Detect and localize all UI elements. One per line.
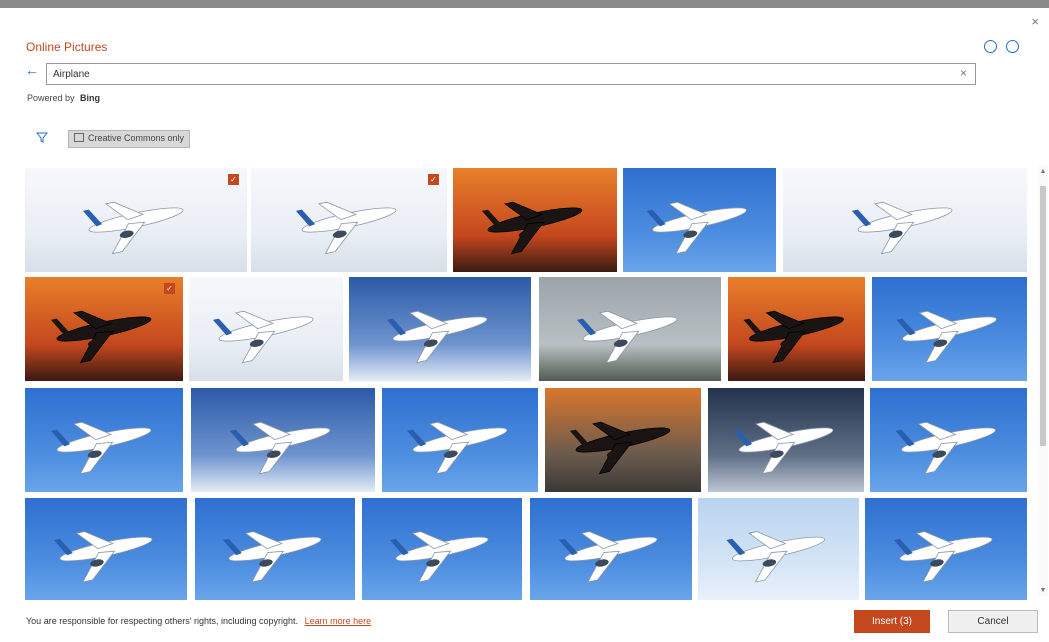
airplane-photo <box>349 277 531 381</box>
window-top-border <box>0 0 1049 8</box>
copyright-text: You are responsible for respecting other… <box>26 616 299 626</box>
scroll-up-icon[interactable]: ▲ <box>1039 168 1047 175</box>
result-image[interactable]: ✓ <box>251 168 447 272</box>
powered-by-label: Powered by <box>27 93 75 103</box>
results-grid: ✓ ✓ ✓ <box>25 168 1035 600</box>
airplane-photo <box>539 277 721 381</box>
result-image[interactable] <box>25 388 183 492</box>
selected-check-icon[interactable]: ✓ <box>228 174 239 185</box>
result-image[interactable] <box>362 498 522 600</box>
result-image[interactable] <box>189 277 343 381</box>
scrollbar[interactable]: ▲ ▼ <box>1038 166 1048 596</box>
result-image[interactable] <box>382 388 538 492</box>
selected-check-icon[interactable]: ✓ <box>428 174 439 185</box>
airplane-photo <box>191 388 375 492</box>
result-image[interactable] <box>708 388 864 492</box>
result-image[interactable] <box>698 498 859 600</box>
airplane-photo <box>362 498 522 600</box>
back-arrow-icon[interactable]: ← <box>25 63 39 77</box>
result-image[interactable]: ✓ <box>25 277 183 381</box>
scroll-down-icon[interactable]: ▼ <box>1039 587 1047 594</box>
scroll-thumb[interactable] <box>1040 186 1046 446</box>
insert-button[interactable]: Insert (3) <box>854 610 930 633</box>
airplane-photo <box>530 498 692 600</box>
result-image[interactable] <box>545 388 701 492</box>
airplane-photo <box>25 498 187 600</box>
result-image[interactable] <box>783 168 1027 272</box>
result-image[interactable] <box>453 168 617 272</box>
airplane-photo <box>189 277 343 381</box>
airplane-photo <box>453 168 617 272</box>
airplane-photo <box>382 388 538 492</box>
filter-icon[interactable] <box>35 131 49 146</box>
checkbox-icon <box>74 133 84 142</box>
airplane-photo <box>728 277 865 381</box>
bing-logo: Bing <box>80 93 101 103</box>
airplane-photo <box>870 388 1027 492</box>
cancel-button[interactable]: Cancel <box>948 610 1038 633</box>
airplane-photo <box>251 168 447 272</box>
airplane-photo <box>25 168 247 272</box>
clear-search-icon[interactable]: × <box>960 66 967 80</box>
result-image[interactable] <box>623 168 776 272</box>
result-image[interactable] <box>539 277 721 381</box>
result-image[interactable] <box>870 388 1027 492</box>
dialog-title: Online Pictures <box>26 40 108 54</box>
result-image[interactable] <box>530 498 692 600</box>
smile-icon[interactable] <box>984 40 997 53</box>
result-image[interactable] <box>195 498 355 600</box>
airplane-photo <box>623 168 776 272</box>
airplane-photo <box>783 168 1027 272</box>
result-image[interactable] <box>191 388 375 492</box>
result-image[interactable] <box>872 277 1027 381</box>
result-image[interactable] <box>349 277 531 381</box>
selected-check-icon[interactable]: ✓ <box>164 283 175 294</box>
search-box: × <box>46 63 976 85</box>
close-icon[interactable]: × <box>1031 14 1039 29</box>
learn-more-link[interactable]: Learn more here <box>305 616 372 626</box>
airplane-photo <box>698 498 859 600</box>
copyright-notice: You are responsible for respecting other… <box>26 616 371 626</box>
airplane-photo <box>708 388 864 492</box>
airplane-photo <box>545 388 701 492</box>
airplane-photo <box>195 498 355 600</box>
powered-by: Powered by Bing <box>27 93 100 103</box>
airplane-photo <box>25 277 183 381</box>
result-image[interactable]: ✓ <box>25 168 247 272</box>
airplane-photo <box>872 277 1027 381</box>
frown-icon[interactable] <box>1006 40 1019 53</box>
result-image[interactable] <box>728 277 865 381</box>
airplane-photo <box>865 498 1027 600</box>
cc-label: Creative Commons only <box>88 133 185 143</box>
search-input[interactable] <box>53 64 933 84</box>
result-image[interactable] <box>25 498 187 600</box>
result-image[interactable] <box>865 498 1027 600</box>
airplane-photo <box>25 388 183 492</box>
creative-commons-toggle[interactable]: Creative Commons only <box>68 130 191 148</box>
